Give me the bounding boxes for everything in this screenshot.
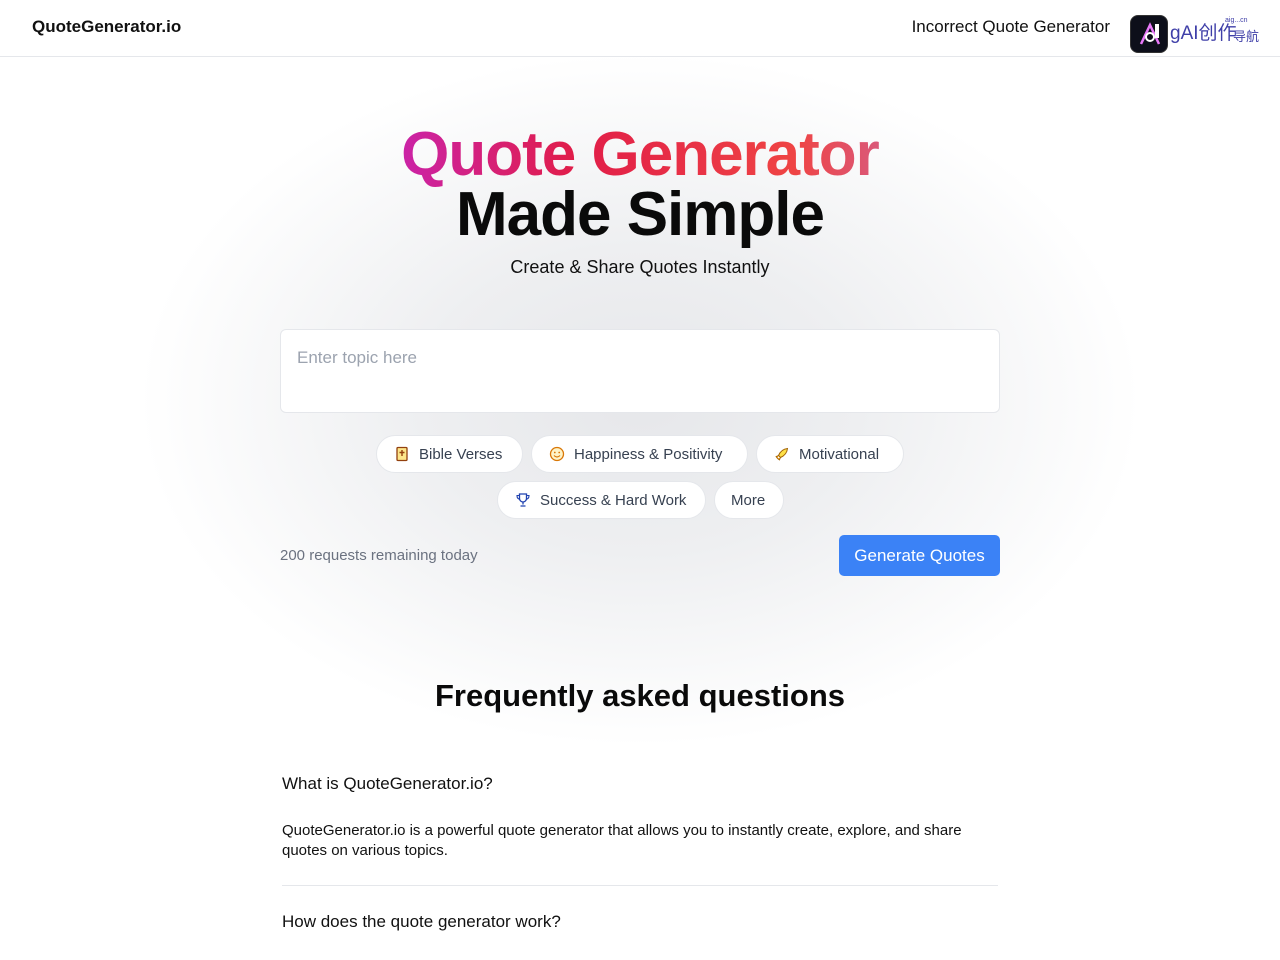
topic-input[interactable]: [280, 329, 1000, 413]
faq-divider: [282, 885, 998, 886]
rocket-icon: [773, 445, 791, 463]
chip-label: Success & Hard Work: [540, 491, 687, 509]
chip-motivational[interactable]: Motivational: [756, 435, 904, 473]
generate-quotes-button[interactable]: Generate Quotes: [839, 535, 1000, 576]
book-icon: [393, 445, 411, 463]
ai-badge-icon: [1130, 15, 1168, 53]
ai-badge-nav-label: 导航: [1233, 29, 1260, 44]
smile-icon: [548, 445, 566, 463]
faq-title: Frequently asked questions: [435, 678, 845, 713]
chip-label: Motivational: [799, 445, 880, 463]
ai-badge-domain: aig...cn: [1225, 17, 1248, 24]
ai-navigation-badge[interactable]: gAI创作 aig...cn 导航: [1130, 14, 1262, 54]
requests-remaining: 200 requests remaining today: [280, 547, 478, 564]
faq-answer-1: QuoteGenerator.io is a powerful quote ge…: [282, 822, 962, 859]
chip-label: Happiness & Positivity: [574, 445, 723, 463]
chip-more[interactable]: More: [714, 481, 784, 519]
chip-success-hard-work[interactable]: Success & Hard Work: [497, 481, 706, 519]
faq-question-2[interactable]: How does the quote generator work?: [282, 912, 561, 932]
top-navbar: QuoteGenerator.io Incorrect Quote Genera…: [0, 0, 1280, 57]
hero-title-secondary: Made Simple: [456, 180, 825, 249]
chip-bible-verses[interactable]: Bible Verses: [376, 435, 523, 473]
brand-logo[interactable]: QuoteGenerator.io: [32, 17, 181, 37]
nav-link-incorrect-quote-generator[interactable]: Incorrect Quote Generator: [912, 17, 1110, 37]
chip-label: Bible Verses: [419, 445, 503, 463]
hero-subtitle: Create & Share Quotes Instantly: [510, 257, 770, 277]
chip-label: More: [731, 491, 766, 509]
trophy-icon: [514, 491, 532, 509]
faq-question-1[interactable]: What is QuoteGenerator.io?: [282, 774, 493, 794]
chip-happiness-positivity[interactable]: Happiness & Positivity: [531, 435, 748, 473]
